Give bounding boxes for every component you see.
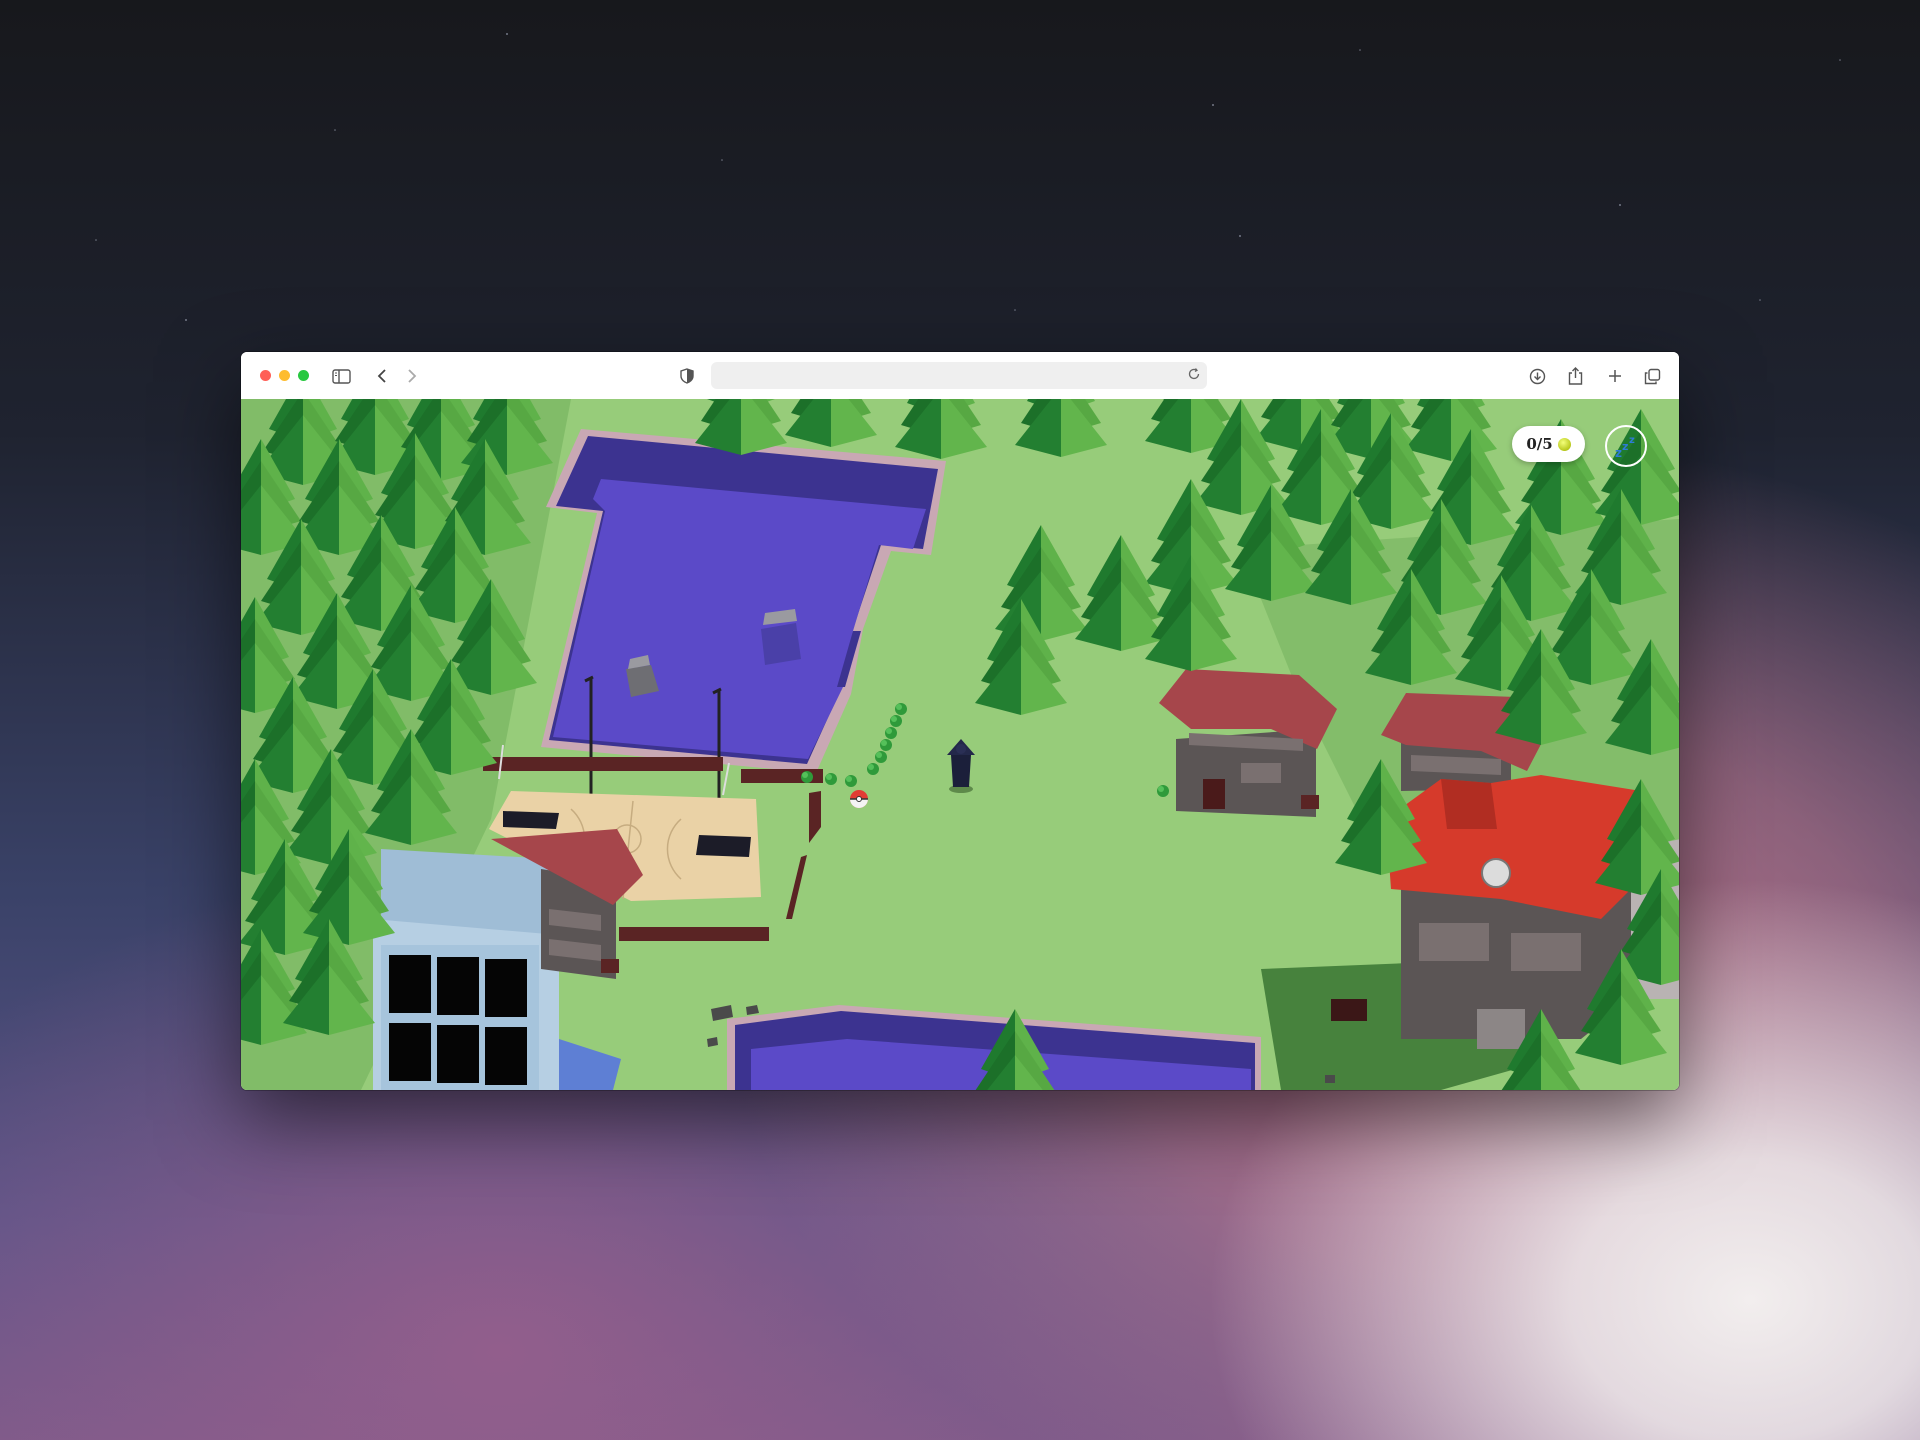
forward-chevron-icon[interactable] [400,364,424,388]
back-chevron-icon[interactable] [370,364,394,388]
browser-toolbar [241,352,1679,400]
pool-rock [761,623,801,665]
download-icon[interactable] [1525,364,1549,388]
browser-window: 0/5 z z z [241,352,1679,1090]
house-center [1159,669,1337,817]
pokeball-item[interactable] [850,790,868,808]
collectible-count: 0/5 [1526,435,1553,453]
sidebar-icon[interactable] [329,364,353,388]
svg-text:z: z [1615,446,1622,459]
game-viewport[interactable]: 0/5 z z z [241,399,1679,1090]
share-icon[interactable] [1563,364,1587,388]
close-window-button[interactable] [260,370,271,381]
reload-icon[interactable] [1187,367,1201,386]
address-bar[interactable] [711,362,1207,389]
new-tab-plus-icon[interactable] [1603,364,1627,388]
zzz-sleep-icon: z z z [1615,435,1635,459]
minimize-window-button[interactable] [279,370,290,381]
zoom-window-button[interactable] [298,370,309,381]
tab-overview-icon[interactable] [1640,364,1664,388]
game-scene[interactable] [241,399,1679,1090]
sleep-button[interactable]: z z z [1605,425,1647,467]
svg-text:z: z [1629,435,1635,446]
tennis-ball-icon [1557,437,1571,451]
collectible-counter: 0/5 [1512,426,1585,462]
shield-icon [675,364,699,388]
svg-text:z: z [1622,440,1628,453]
